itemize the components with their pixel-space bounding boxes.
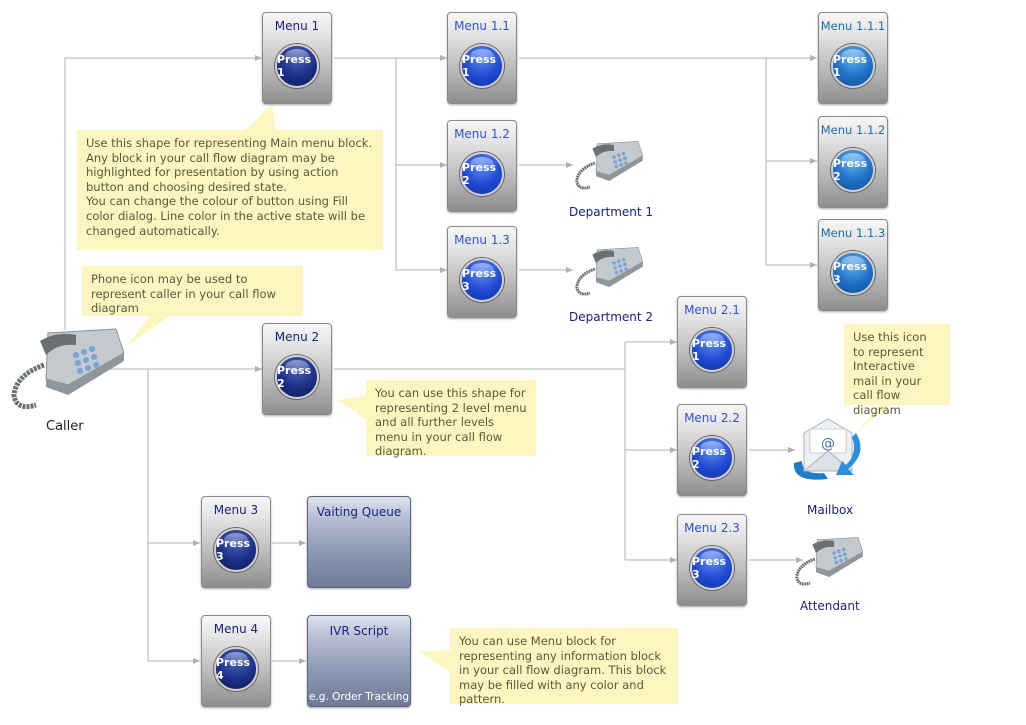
menu-1-1-1[interactable]: Menu 1.1.1 Press 1 (818, 12, 888, 104)
department-1-label: Department 1 (569, 205, 654, 219)
menu-title: Menu 1 (274, 19, 320, 33)
press-button[interactable]: Press 2 (831, 148, 875, 192)
press-button[interactable]: Press 1 (690, 328, 734, 372)
menu-title: Menu 4 (213, 622, 259, 636)
press-button[interactable]: Press 1 (460, 44, 504, 88)
menu-title: Menu 1.1.1 (820, 19, 886, 33)
press-button[interactable]: Press 1 (831, 44, 875, 88)
department-2-label: Department 2 (569, 310, 654, 324)
press-button[interactable]: Press 1 (275, 44, 319, 88)
press-button[interactable]: Press 3 (214, 528, 258, 572)
menu-1-1-3[interactable]: Menu 1.1.3 Press 3 (818, 219, 888, 311)
menu-title: Menu 2.3 (684, 521, 740, 535)
mailbox-label: Mailbox (807, 503, 854, 517)
press-button[interactable]: Press 3 (831, 251, 875, 295)
menu-title: Menu 1.3 (454, 233, 510, 247)
note-info-block: You can use Menu block for representing … (450, 628, 678, 706)
menu-4[interactable]: Menu 4 Press 4 (201, 615, 271, 707)
menu-2-3[interactable]: Menu 2.3 Press 3 (677, 514, 747, 606)
menu-title: Menu 1.2 (454, 127, 510, 141)
menu-title: Menu 1.1 (454, 19, 510, 33)
menu-title: Menu 2 (274, 330, 320, 344)
callout-pointer-main (245, 104, 275, 130)
menu-1-1[interactable]: Menu 1.1 Press 1 (447, 12, 517, 104)
note-phone-icon: Phone icon may be used to represent call… (82, 266, 303, 316)
caller-phone-icon (11, 328, 125, 410)
menu-title: Menu 2.1 (684, 303, 740, 317)
callout-pointer-info (420, 650, 450, 672)
press-button[interactable]: Press 2 (690, 436, 734, 480)
callout-pointer-level2 (338, 395, 366, 420)
waiting-queue-block[interactable]: Vaiting Queue (307, 496, 411, 588)
block-title: IVR Script (329, 624, 389, 638)
menu-1-2[interactable]: Menu 1.2 Press 2 (447, 120, 517, 212)
menu-3[interactable]: Menu 3 Press 3 (201, 496, 271, 588)
callout-pointer-phone (128, 316, 170, 345)
menu-title: Menu 1.1.2 (820, 123, 886, 137)
block-title: Vaiting Queue (316, 505, 402, 519)
svg-text:@: @ (821, 436, 835, 452)
department-1-phone-icon (575, 141, 644, 190)
menu-title: Menu 2.2 (684, 411, 740, 425)
menu-1[interactable]: Menu 1 Press 1 (262, 12, 332, 104)
menu-2[interactable]: Menu 2 Press 2 (262, 323, 332, 415)
mailbox-icon: @ (793, 418, 861, 480)
menu-1-1-2[interactable]: Menu 1.1.2 Press 2 (818, 116, 888, 208)
menu-title: Menu 1.1.3 (820, 226, 886, 240)
menu-title: Menu 3 (213, 503, 259, 517)
department-2-phone-icon (575, 247, 644, 296)
menu-1-3[interactable]: Menu 1.3 Press 3 (447, 226, 517, 318)
ivr-script-block[interactable]: IVR Script e.g. Order Tracking (307, 615, 411, 707)
press-button[interactable]: Press 4 (214, 647, 258, 691)
note-level2-menu: You can use this shape for representing … (366, 380, 536, 458)
attendant-label: Attendant (800, 599, 860, 613)
press-button[interactable]: Press 3 (690, 546, 734, 590)
attendant-phone-icon (795, 537, 864, 586)
note-mail-icon: Use this icon to represent Interactive m… (844, 324, 950, 417)
press-button[interactable]: Press 2 (275, 355, 319, 399)
menu-2-2[interactable]: Menu 2.2 Press 2 (677, 404, 747, 496)
press-button[interactable]: Press 3 (460, 258, 504, 302)
menu-2-1[interactable]: Menu 2.1 Press 1 (677, 296, 747, 388)
note-main-menu: Use this shape for representing Main men… (77, 130, 383, 250)
press-button[interactable]: Press 2 (460, 152, 504, 196)
block-subtitle: e.g. Order Tracking (308, 691, 410, 703)
caller-label: Caller (46, 419, 84, 434)
